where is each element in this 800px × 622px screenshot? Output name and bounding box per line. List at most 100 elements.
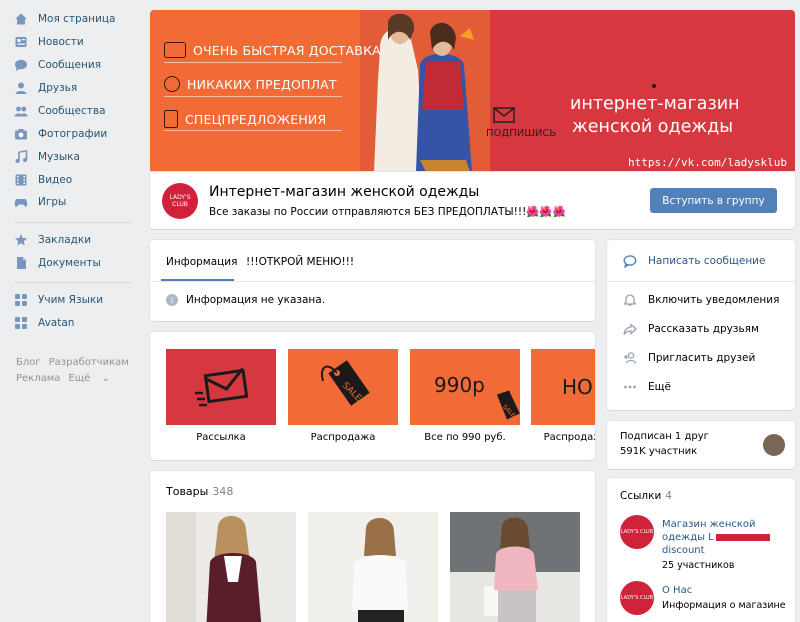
link-title-text: discount — [662, 545, 705, 556]
join-group-button[interactable]: Вступить в группу — [650, 188, 777, 213]
nav-label: Фотографии — [38, 128, 108, 140]
add-user-icon — [623, 351, 637, 365]
footer-link-blog[interactable]: Блог — [16, 357, 41, 368]
games-icon — [14, 195, 28, 209]
friend-avatar[interactable] — [763, 434, 785, 456]
group-avatar[interactable]: LADY'S CLUB — [162, 183, 198, 219]
cover-line-text: СПЕЦПРЕДЛОЖЕНИЯ — [185, 111, 327, 127]
links-header[interactable]: Ссылки 4 — [620, 490, 672, 502]
sale-tag-icon: SALE — [496, 390, 520, 420]
footer-more-label: Ещё — [68, 373, 91, 384]
links-panel: Ссылки 4 LADY'S CLUB Магазин женской одеж… — [607, 478, 795, 622]
nav-label: Сообщества — [38, 105, 106, 117]
link-avatar[interactable]: LADY'S CLUB — [620, 515, 654, 549]
cover-rule — [164, 62, 342, 63]
nav-footer-row2: Реклама Ещё ⌄ — [16, 373, 126, 384]
action-label: Написать сообщение — [648, 255, 766, 267]
nav-label: Документы — [38, 257, 101, 269]
footer-link-more[interactable]: Ещё ⌄ — [68, 373, 117, 384]
share-arrow-icon — [623, 322, 637, 336]
link-title[interactable]: О Нас — [662, 584, 784, 597]
link-avatar[interactable]: LADY'S CLUB — [620, 581, 654, 615]
no-prepay-icon — [164, 76, 180, 92]
products-block: Товары 348 — [150, 471, 595, 622]
enable-notifications-button[interactable]: Включить уведомления — [623, 293, 779, 307]
cover-title: интернет-магазин женской одежды — [570, 93, 740, 139]
action-label: Рассказать друзьям — [648, 323, 759, 335]
action-label: Ещё — [648, 381, 671, 393]
divider — [607, 281, 795, 282]
divider — [150, 281, 595, 282]
link-title[interactable]: Магазин женской одежды Ldiscount — [662, 518, 784, 557]
nav-bookmarks[interactable]: Закладки — [14, 230, 91, 250]
chevron-down-icon: ⌄ — [101, 373, 110, 384]
info-empty-row: i Информация не указана. — [166, 294, 325, 306]
cover-rule — [164, 96, 342, 97]
nav-divider — [14, 222, 132, 223]
video-icon — [14, 173, 28, 187]
invite-friends-button[interactable]: Пригласить друзей — [623, 351, 755, 365]
nav-communities[interactable]: Сообщества — [14, 101, 106, 121]
product-card[interactable] — [450, 512, 580, 622]
menu-label[interactable]: Распродажа — [531, 432, 595, 443]
cover-image: ОЧЕНЬ БЫСТРАЯ ДОСТАВКА НИКАКИХ ПРЕДОПЛАТ… — [150, 10, 795, 172]
more-actions-button[interactable]: Ещё — [623, 380, 671, 394]
tab-info[interactable]: Информация — [166, 256, 237, 268]
star-icon — [14, 233, 28, 247]
product-card[interactable] — [308, 512, 438, 622]
menu-tile-mailing[interactable] — [166, 349, 276, 425]
nav-games[interactable]: Игры — [14, 192, 66, 212]
nav-label: Видео — [38, 174, 73, 186]
nav-photos[interactable]: Фотографии — [14, 124, 107, 144]
footer-link-dev[interactable]: Разработчикам — [49, 357, 129, 368]
bell-icon — [623, 293, 637, 307]
tab-menu[interactable]: !!!ОТКРОЙ МЕНЮ!!! — [246, 256, 354, 268]
link-subtitle: 25 участников — [662, 560, 735, 571]
communities-icon — [14, 104, 28, 118]
nav-label: Музыка — [38, 151, 80, 163]
cover-title-line: интернет-магазин — [570, 94, 740, 114]
avatar-logo-text: LADY'S CLUB — [620, 595, 654, 601]
nav-music[interactable]: Музыка — [14, 147, 80, 167]
menu-tile-partial[interactable]: HO — [531, 349, 595, 425]
messages-icon — [14, 58, 28, 72]
document-icon — [14, 256, 28, 270]
nav-messages[interactable]: Сообщения — [14, 55, 101, 75]
redaction-bar — [715, 533, 770, 541]
menu-carousel: SALE 990р SALE HO Рассылка Распродажа Вс… — [150, 332, 595, 460]
info-icon: i — [166, 294, 178, 306]
links-count: 4 — [665, 490, 672, 502]
cover-title-line: женской одежды — [572, 117, 734, 137]
info-empty-text: Информация не указана. — [186, 294, 326, 306]
nav-app-avatan[interactable]: Avatan — [14, 313, 74, 333]
product-card[interactable] — [166, 512, 296, 622]
cover-url: https://vk.com/ladysklub — [628, 156, 787, 169]
nav-label: Игры — [38, 196, 67, 208]
nav-friends[interactable]: Друзья — [14, 78, 77, 98]
news-icon — [14, 35, 28, 49]
subscribers-panel[interactable]: Подписан 1 друг 591K участник — [607, 421, 795, 469]
write-message-button[interactable]: Написать сообщение — [623, 254, 765, 268]
nav-documents[interactable]: Документы — [14, 253, 101, 273]
menu-label[interactable]: Распродажа — [288, 432, 398, 443]
footer-link-ads[interactable]: Реклама — [16, 373, 60, 384]
nav-video[interactable]: Видео — [14, 170, 72, 190]
nav-divider — [14, 282, 132, 283]
tag-icon — [164, 110, 178, 128]
more-dots-icon — [623, 380, 637, 394]
share-button[interactable]: Рассказать друзьям — [623, 322, 759, 336]
products-header[interactable]: Товары 348 — [166, 485, 233, 498]
nav-my-page[interactable]: Моя страница — [14, 9, 115, 29]
nav-app-languages[interactable]: Учим Языки — [14, 290, 103, 310]
home-icon — [14, 12, 28, 26]
actions-panel: Написать сообщение Включить уведомления … — [607, 240, 795, 410]
menu-tile-990[interactable]: 990р SALE — [410, 349, 520, 425]
nav-news[interactable]: Новости — [14, 32, 84, 52]
product-photo — [166, 512, 296, 622]
menu-tile-sale[interactable]: SALE — [288, 349, 398, 425]
menu-label[interactable]: Все по 990 руб. — [410, 432, 520, 443]
products-title: Товары — [166, 485, 209, 498]
sale-tag-icon: SALE — [321, 360, 370, 406]
nav-footer-row1: Блог Разработчикам — [16, 357, 137, 368]
menu-label[interactable]: Рассылка — [166, 432, 276, 443]
